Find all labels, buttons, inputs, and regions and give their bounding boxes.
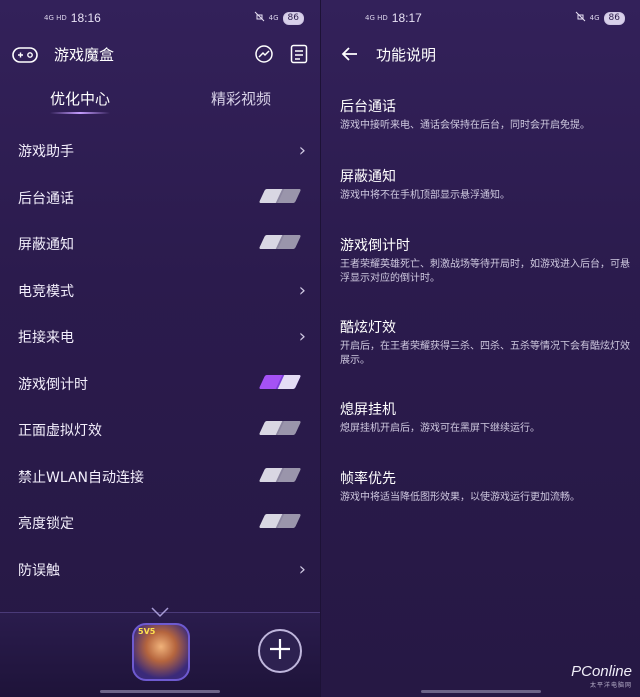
status-bar: 4G HD 18:16 4G 86 [0,0,320,36]
left-screen: 4G HD 18:16 4G 86 游戏魔盒 优化中心 精彩视频 游戏助手 › … [0,0,320,697]
info-desc: 游戏中将适当降低图形效果，以使游戏运行更加流畅。 [340,492,580,503]
brightness-lock-toggle[interactable] [258,514,302,528]
network-indicator: 4G HD [44,14,67,22]
block-notifications-toggle[interactable] [258,235,302,249]
network-indicator: 4G HD [365,14,388,22]
setting-label: 防误触 [18,562,60,579]
info-title: 后台通话 [340,99,396,115]
status-bar: 4G HD 18:17 4G 86 [321,0,640,36]
setting-row-disable-wlan: 禁止WLAN自动连接 [0,454,320,500]
info-title: 酷炫灯效 [340,320,396,336]
back-arrow-icon[interactable] [339,43,361,65]
battery-indicator: 86 [603,11,625,25]
disable-wlan-toggle[interactable] [258,467,302,482]
battery-indicator: 86 [282,11,304,25]
setting-label: 游戏倒计时 [18,376,88,393]
watermark-logo: PConline [571,663,632,680]
mute-icon [254,11,265,25]
setting-label: 亮度锁定 [18,516,74,532]
watermark: PConline 太平洋电脑网 [571,663,632,689]
gamepad-icon[interactable] [12,44,38,66]
chevron-right-icon: › [298,326,306,347]
info-desc: 游戏中接听来电、通话会保持在后台，同时会开启免提。 [340,120,590,131]
info-title: 帧率优先 [340,471,396,487]
setting-row-anti-mistouch[interactable]: 防误触 › [0,547,320,593]
setting-label: 正面虚拟灯效 [18,423,102,439]
background-call-toggle[interactable] [258,188,302,203]
chevron-right-icon: › [298,140,306,161]
info-item-frame-rate: 帧率优先 游戏中将适当降低图形效果，以使游戏运行更加流畅。 [340,468,630,505]
setting-row-block-notifications: 屏蔽通知 [0,221,320,267]
info-item-game-countdown: 游戏倒计时 王者荣耀英雄死亡、刺激战场等待开局时，如游戏进入后台，可悬浮显示对应… [340,235,630,286]
info-title: 熄屏挂机 [340,402,396,418]
add-game-button[interactable] [258,629,302,673]
setting-label: 电竞模式 [18,283,74,300]
setting-row-front-light-effect: 正面虚拟灯效 [0,407,320,453]
info-title: 屏蔽通知 [340,169,396,185]
signal-indicator: 4G [268,14,279,22]
signal-indicator: 4G [589,14,600,22]
info-desc: 游戏中将不在手机顶部显示悬浮通知。 [340,190,510,201]
setting-row-brightness-lock: 亮度锁定 [0,500,320,546]
app-header: 功能说明 [321,36,640,72]
setting-label: 拒接来电 [18,330,74,346]
setting-row-game-countdown: 游戏倒计时 [0,361,320,407]
setting-row-background-call: 后台通话 [0,175,320,221]
notes-icon[interactable] [288,43,310,65]
setting-label: 屏蔽通知 [18,237,74,253]
page-title: 功能说明 [376,46,437,64]
setting-label: 游戏助手 [18,144,74,160]
collapse-handle-icon[interactable] [148,605,172,619]
front-light-effect-toggle[interactable] [258,421,302,435]
setting-row-reject-calls[interactable]: 拒接来电 › [0,314,320,360]
status-time: 18:17 [391,11,422,25]
bottom-dock: 5V5 [0,607,320,697]
game-badge: 5V5 [138,627,156,636]
tab-optimize-center[interactable]: 优化中心 [50,88,110,109]
page-title: 游戏魔盒 [54,46,115,64]
chevron-right-icon: › [298,558,306,580]
setting-row-game-assistant[interactable]: 游戏助手 › [0,128,320,174]
info-item-light-effect: 酷炫灯效 开启后，在王者荣耀获得三杀、四杀、五杀等情况下会有酷炫灯效展示。 [340,317,630,368]
info-title: 游戏倒计时 [340,238,410,254]
tab-videos[interactable]: 精彩视频 [211,88,271,109]
info-desc: 开启后，在王者荣耀获得三杀、四杀、五杀等情况下会有酷炫灯效展示。 [340,341,630,366]
tab-bar: 优化中心 精彩视频 [0,86,320,120]
speed-icon[interactable] [253,43,275,65]
setting-label: 后台通话 [18,190,74,207]
chevron-right-icon: › [298,279,306,301]
home-indicator[interactable] [100,690,220,693]
game-app-icon[interactable]: 5V5 [132,623,190,681]
game-countdown-toggle[interactable] [258,374,302,389]
setting-row-esports-mode[interactable]: 电竞模式 › [0,268,320,314]
info-item-screen-off: 熄屏挂机 熄屏挂机开启后，游戏可在黑屏下继续运行。 [340,399,630,436]
info-desc: 王者荣耀英雄死亡、刺激战场等待开局时，如游戏进入后台，可悬浮显示对应的倒计时。 [340,259,630,284]
plus-icon [267,636,293,666]
home-indicator[interactable] [421,690,541,693]
active-tab-indicator [50,112,110,114]
mute-icon [575,11,586,25]
setting-label: 禁止WLAN自动连接 [18,469,145,486]
watermark-subtitle: 太平洋电脑网 [589,682,632,689]
app-header: 游戏魔盒 [0,36,320,72]
info-desc: 熄屏挂机开启后，游戏可在黑屏下继续运行。 [340,423,540,434]
info-item-background-call: 后台通话 游戏中接听来电、通话会保持在后台，同时会开启免提。 [340,96,630,133]
status-time: 18:16 [70,11,101,25]
info-item-block-notifications: 屏蔽通知 游戏中将不在手机顶部显示悬浮通知。 [340,166,630,203]
